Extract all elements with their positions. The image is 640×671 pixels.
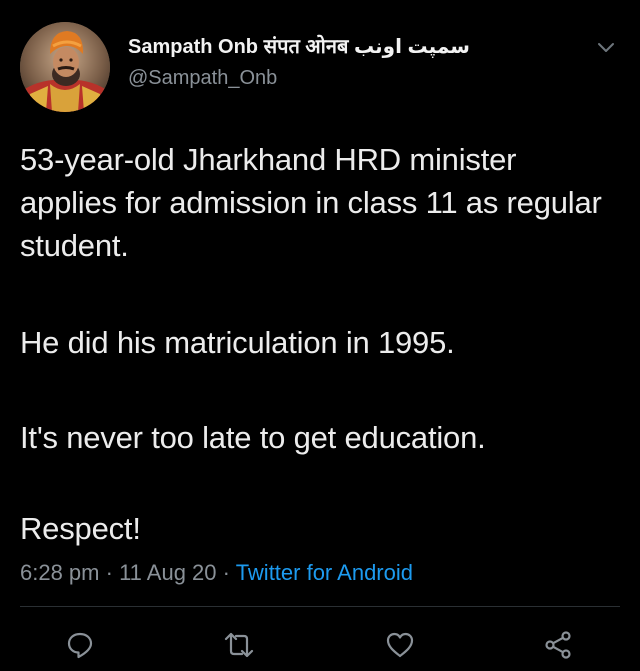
tweet-header: Sampath Onb संपत ओनब سمپت اونب @Sampath_… [20,22,620,114]
chevron-down-icon[interactable] [594,36,618,60]
tweet-source-link[interactable]: Twitter for Android [236,560,413,585]
retweet-button[interactable] [219,628,259,662]
meta-separator: · [216,560,236,585]
action-bar [0,622,640,666]
tweet-paragraph: It's never too late to get education. [20,420,486,455]
reply-icon [67,632,93,659]
meta-separator: · [99,560,120,585]
tweet-time[interactable]: 6:28 pm [20,560,100,585]
tweet-meta: 6:28 pm · 11 Aug 20 · Twitter for Androi… [20,559,413,587]
tweet-paragraph: He did his matriculation in 1995. [20,325,455,360]
tweet-paragraph: 53-year-old Jharkhand HRD minister appli… [20,142,602,263]
reply-button[interactable] [60,628,100,662]
avatar-image [20,22,110,112]
share-button[interactable] [538,628,578,662]
author-names[interactable]: Sampath Onb संपत ओनब سمپت اونب @Sampath_… [128,34,578,92]
tweet-text: 53-year-old Jharkhand HRD minister appli… [20,138,620,546]
divider [20,606,620,607]
display-name[interactable]: Sampath Onb संपत ओनब سمپت اونب [128,34,578,60]
tweet-paragraph: Respect! [20,511,141,546]
heart-icon [386,632,414,658]
tweet-date[interactable]: 11 Aug 20 [119,560,216,585]
avatar[interactable] [20,22,110,112]
share-icon [545,631,571,659]
user-handle[interactable]: @Sampath_Onb [128,64,578,92]
retweet-icon [224,632,254,658]
tweet: Sampath Onb संपत ओनब سمپت اونب @Sampath_… [0,0,640,671]
like-button[interactable] [380,628,420,662]
